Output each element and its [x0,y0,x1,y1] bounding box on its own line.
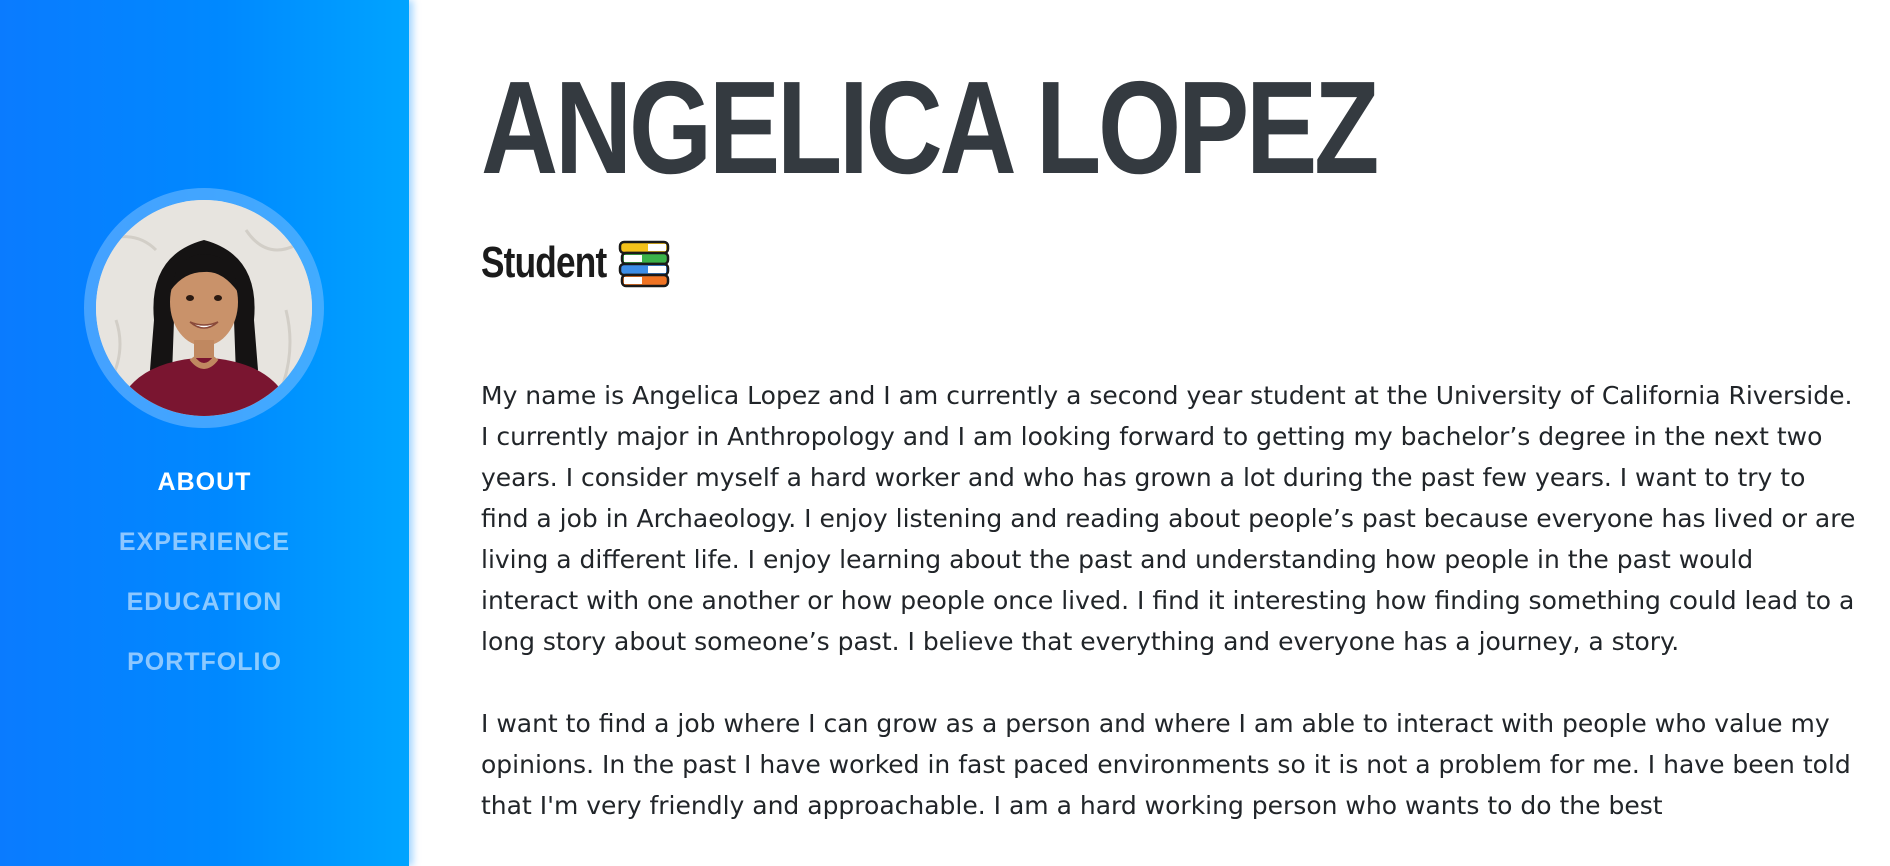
nav-item-about[interactable]: ABOUT [0,462,409,522]
avatar [96,200,312,416]
about-section: My name is Angelica Lopez and I am curre… [481,375,1856,866]
books-icon [618,238,670,288]
avatar-ring [84,188,324,428]
subtitle-text: Student [481,238,607,287]
subtitle: Student [481,238,670,288]
main-content: ANGELICA LOPEZ Student My name is Angeli… [481,0,1856,866]
nav-item-experience[interactable]: EXPERIENCE [0,522,409,582]
about-paragraph-1: My name is Angelica Lopez and I am curre… [481,381,1856,656]
sidebar-nav: ABOUT EXPERIENCE EDUCATION PORTFOLIO [0,462,409,702]
about-paragraph-2: I want to find a job where I can grow as… [481,709,1851,820]
profile-photo [96,200,312,416]
nav-item-portfolio[interactable]: PORTFOLIO [0,642,409,702]
nav-item-education[interactable]: EDUCATION [0,582,409,642]
sidebar: ABOUT EXPERIENCE EDUCATION PORTFOLIO [0,0,409,866]
page-title: ANGELICA LOPEZ [481,54,1379,201]
